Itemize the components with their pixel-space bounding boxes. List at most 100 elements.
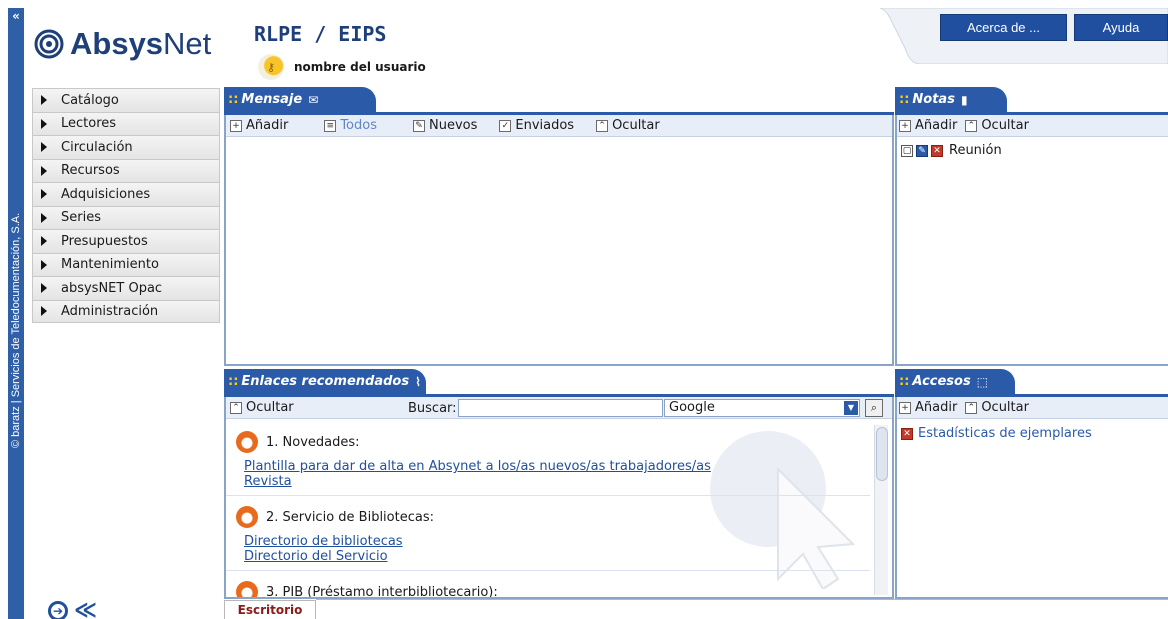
tab-escritorio[interactable]: Escritorio bbox=[224, 600, 316, 619]
absysnet-logo: Absys Net bbox=[34, 24, 211, 64]
link-plantilla[interactable]: Plantilla para dar de alta en Absynet a … bbox=[244, 459, 870, 474]
tab-enlaces[interactable]: :: Enlaces recomendados ⌇ bbox=[224, 369, 426, 394]
acceso-item[interactable]: ✕ Estadísticas de ejemplares bbox=[901, 426, 1092, 441]
collapse-left-icon[interactable]: « bbox=[9, 10, 23, 24]
enlaces-toolbar: ⌃ Ocultar Buscar: Google ▼ ⌕ bbox=[224, 397, 894, 419]
enlaces-hide-button[interactable]: ⌃ Ocultar bbox=[230, 400, 294, 415]
tab-mensaje[interactable]: :: Mensaje ✉ bbox=[224, 87, 376, 112]
new-message-icon: ✎ bbox=[412, 119, 425, 132]
accesos-hide-button[interactable]: ⌃ Ocultar bbox=[965, 400, 1029, 415]
logo-text-thin: Net bbox=[163, 26, 212, 61]
menu-item-mantenimiento[interactable]: Mantenimiento bbox=[32, 252, 220, 276]
link-section-title: 1. Novedades: bbox=[266, 434, 360, 450]
search-engine-select[interactable]: Google ▼ bbox=[664, 399, 860, 417]
expand-arrow-icon bbox=[41, 165, 47, 176]
bottom-tab-line bbox=[316, 599, 1168, 600]
note-delete-icon[interactable]: ✕ bbox=[931, 144, 943, 157]
expand-arrow-icon bbox=[41, 142, 47, 153]
enlaces-panel: :: Enlaces recomendados ⌇ ⌃ Ocultar Buscar:… bbox=[224, 369, 894, 599]
hand-pointer-icon bbox=[236, 506, 258, 528]
accesos-toolbar: + Añadir ⌃ Ocultar bbox=[895, 397, 1168, 419]
main-menu: Catálogo Lectores Circulación Recursos A… bbox=[32, 88, 220, 323]
search-input[interactable] bbox=[458, 399, 663, 417]
plus-icon: + bbox=[230, 119, 242, 132]
accesos-panel: :: Accesos ⬚ + Añadir ⌃ Ocultar ✕ Estadístic… bbox=[895, 369, 1168, 599]
paperclip-icon: ⌇ bbox=[415, 374, 421, 389]
sent-message-icon: ✓ bbox=[499, 119, 512, 132]
help-button[interactable]: Ayuda bbox=[1074, 14, 1168, 41]
hand-pointer-icon bbox=[236, 431, 258, 453]
message-list-icon: ≡ bbox=[324, 119, 337, 132]
mensaje-toolbar: + Añadir ≡ Todos ✎ Nuevos ✓ Enviados ⌃ Oculta… bbox=[224, 115, 894, 137]
notas-add-button[interactable]: + Añadir bbox=[899, 118, 957, 133]
collapse-up-icon: ⌃ bbox=[230, 401, 242, 414]
shortcut-icon: ⬚ bbox=[976, 374, 989, 389]
menu-item-opac[interactable]: absysNET Opac bbox=[32, 276, 220, 300]
menu-item-adquisiciones[interactable]: Adquisiciones bbox=[32, 182, 220, 206]
delete-icon[interactable]: ✕ bbox=[901, 427, 913, 440]
app-title: RLPE / EIPS bbox=[254, 22, 387, 46]
collapse-up-icon: ⌃ bbox=[965, 119, 978, 132]
expand-arrow-icon bbox=[41, 95, 47, 106]
accesos-add-button[interactable]: + Añadir bbox=[899, 400, 957, 415]
expand-arrow-icon bbox=[41, 189, 47, 200]
menu-item-administracion[interactable]: Administración bbox=[32, 299, 220, 323]
magnifier-icon: ⌕ bbox=[870, 401, 878, 414]
about-button[interactable]: Acerca de ... bbox=[940, 14, 1067, 41]
logo-text-bold: Absys bbox=[70, 26, 164, 61]
mensaje-panel: :: Mensaje ✉ + Añadir ≡ Todos ✎ Nuevos ✓ Envia… bbox=[224, 87, 894, 366]
expand-arrow-icon bbox=[41, 306, 47, 317]
clipboard-icon: ▮ bbox=[960, 92, 968, 107]
mensaje-add-button[interactable]: + Añadir bbox=[230, 118, 288, 133]
note-label: Reunión bbox=[949, 143, 1002, 158]
expand-arrow-icon bbox=[41, 259, 47, 270]
plus-icon: + bbox=[899, 401, 911, 414]
side-strip: « © baratz | Servicios de Teledocumentac… bbox=[8, 8, 24, 619]
menu-item-presupuestos[interactable]: Presupuestos bbox=[32, 229, 220, 253]
note-item[interactable]: ▢ ✎ ✕ Reunión bbox=[901, 143, 1002, 158]
plus-icon: + bbox=[899, 119, 911, 132]
link-section: 2. Servicio de Bibliotecas: Directorio d… bbox=[226, 496, 870, 571]
menu-item-series[interactable]: Series bbox=[32, 205, 220, 229]
menu-item-catalogo[interactable]: Catálogo bbox=[32, 88, 220, 112]
links-list: 1. Novedades: Plantilla para dar de alta… bbox=[226, 421, 870, 597]
logout-icon[interactable]: ➔ bbox=[48, 600, 68, 619]
link-directorio-servicio[interactable]: Directorio del Servicio bbox=[244, 549, 870, 564]
menu-item-recursos[interactable]: Recursos bbox=[32, 158, 220, 182]
user-info: ⚷ nombre del usuario bbox=[258, 54, 426, 80]
link-section-title: 3. PIB (Préstamo interbibliotecario): bbox=[266, 584, 498, 598]
expand-arrow-icon bbox=[41, 236, 47, 247]
note-view-icon[interactable]: ▢ bbox=[901, 144, 913, 157]
menu-item-circulacion[interactable]: Circulación bbox=[32, 135, 220, 159]
hand-pointer-icon bbox=[236, 581, 258, 597]
copyright-vertical-text: © baratz | Servicios de Teledocumentació… bbox=[10, 212, 22, 448]
sidebar-bottom-controls: ➔ ≪ bbox=[48, 598, 97, 619]
mensaje-new-button[interactable]: ✎ Nuevos bbox=[412, 118, 477, 133]
links-scrollbar[interactable] bbox=[874, 425, 888, 595]
user-name: nombre del usuario bbox=[294, 60, 426, 74]
notas-toolbar: + Añadir ⌃ Ocultar bbox=[895, 115, 1168, 137]
notas-hide-button[interactable]: ⌃ Ocultar bbox=[965, 118, 1029, 133]
link-directorio-bibliotecas[interactable]: Directorio de bibliotecas bbox=[244, 534, 870, 549]
expand-arrow-icon bbox=[41, 283, 47, 294]
mensaje-hide-button[interactable]: ⌃ Ocultar bbox=[596, 118, 660, 133]
user-key-icon: ⚷ bbox=[258, 54, 284, 80]
collapse-up-icon: ⌃ bbox=[596, 119, 609, 132]
mensaje-all-button[interactable]: ≡ Todos bbox=[324, 118, 377, 133]
link-section-title: 2. Servicio de Bibliotecas: bbox=[266, 509, 434, 525]
tab-notas[interactable]: :: Notas ▮ bbox=[895, 87, 1007, 112]
search-button[interactable]: ⌕ bbox=[865, 399, 883, 417]
tab-accesos[interactable]: :: Accesos ⬚ bbox=[895, 369, 1015, 394]
mensaje-sent-button[interactable]: ✓ Enviados bbox=[499, 118, 574, 133]
menu-item-lectores[interactable]: Lectores bbox=[32, 111, 220, 135]
acceso-label[interactable]: Estadísticas de ejemplares bbox=[918, 426, 1092, 441]
logo-swirl-icon bbox=[34, 29, 64, 59]
link-section: 3. PIB (Préstamo interbibliotecario): bbox=[226, 571, 870, 597]
note-edit-icon[interactable]: ✎ bbox=[916, 144, 928, 157]
link-revista[interactable]: Revista bbox=[244, 474, 870, 489]
collapse-menu-icon[interactable]: ≪ bbox=[74, 598, 97, 619]
scroll-thumb[interactable] bbox=[876, 427, 888, 481]
chevron-down-icon[interactable]: ▼ bbox=[844, 401, 858, 415]
collapse-up-icon: ⌃ bbox=[965, 401, 978, 414]
envelope-icon: ✉ bbox=[308, 92, 319, 107]
